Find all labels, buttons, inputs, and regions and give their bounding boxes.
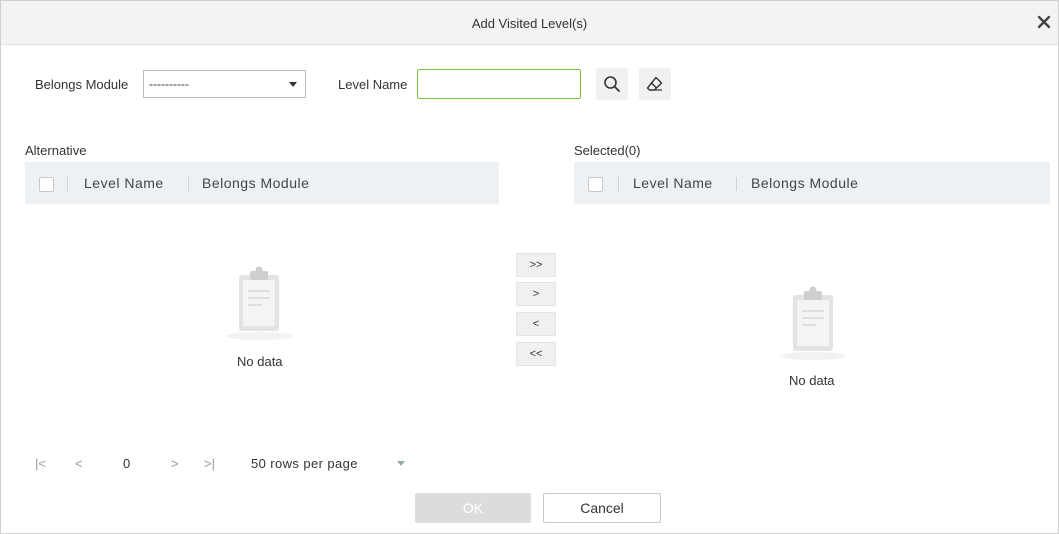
clear-button[interactable] (639, 68, 671, 100)
column-divider (67, 177, 68, 191)
level-name-input[interactable] (417, 69, 581, 99)
move-all-left-button[interactable]: << (516, 342, 556, 366)
alternative-empty-text: No data (237, 354, 283, 369)
belongs-module-select[interactable]: ---------- (143, 70, 306, 98)
add-visited-levels-dialog: Add Visited Level(s) Belongs Module ----… (0, 0, 1059, 534)
selected-col-level-name[interactable]: Level Name (633, 175, 713, 191)
column-divider (618, 177, 619, 191)
alternative-col-belongs-module[interactable]: Belongs Module (202, 175, 309, 191)
column-divider (736, 177, 737, 191)
alternative-label: Alternative (25, 143, 87, 158)
move-right-button[interactable]: > (516, 282, 556, 306)
move-all-right-button[interactable]: >> (516, 253, 556, 277)
selected-select-all-checkbox[interactable] (588, 177, 603, 192)
clipboard-icon (780, 286, 846, 360)
last-page-button[interactable]: >| (204, 456, 215, 471)
dialog-title-bar: Add Visited Level(s) (1, 1, 1058, 45)
level-name-label: Level Name (338, 77, 408, 92)
selected-table-header: Level Name Belongs Module (574, 162, 1050, 204)
search-icon (604, 76, 620, 92)
next-page-button[interactable]: > (171, 456, 179, 471)
move-left-button[interactable]: < (516, 312, 556, 336)
alternative-col-level-name[interactable]: Level Name (84, 175, 164, 191)
column-divider (188, 177, 189, 191)
search-button[interactable] (596, 68, 628, 100)
chevron-down-icon[interactable] (397, 461, 405, 466)
ok-button[interactable]: OK (415, 493, 531, 523)
clipboard-icon (226, 266, 292, 340)
eraser-icon (646, 76, 663, 91)
chevron-down-icon (289, 82, 297, 87)
dialog-title: Add Visited Level(s) (471, 16, 588, 31)
page-number: 0 (123, 456, 131, 471)
cancel-button[interactable]: Cancel (543, 493, 661, 523)
belongs-module-label: Belongs Module (35, 77, 129, 92)
close-icon[interactable] (1036, 14, 1052, 30)
belongs-module-value: ---------- (149, 77, 189, 91)
alternative-table-header: Level Name Belongs Module (25, 162, 499, 204)
first-page-button[interactable]: |< (35, 456, 46, 471)
selected-col-belongs-module[interactable]: Belongs Module (751, 175, 858, 191)
selected-empty-text: No data (789, 373, 835, 388)
prev-page-button[interactable]: < (75, 456, 83, 471)
alternative-select-all-checkbox[interactable] (39, 177, 54, 192)
rows-per-page-select[interactable]: 50 rows per page (251, 456, 358, 471)
selected-label: Selected(0) (574, 143, 641, 158)
